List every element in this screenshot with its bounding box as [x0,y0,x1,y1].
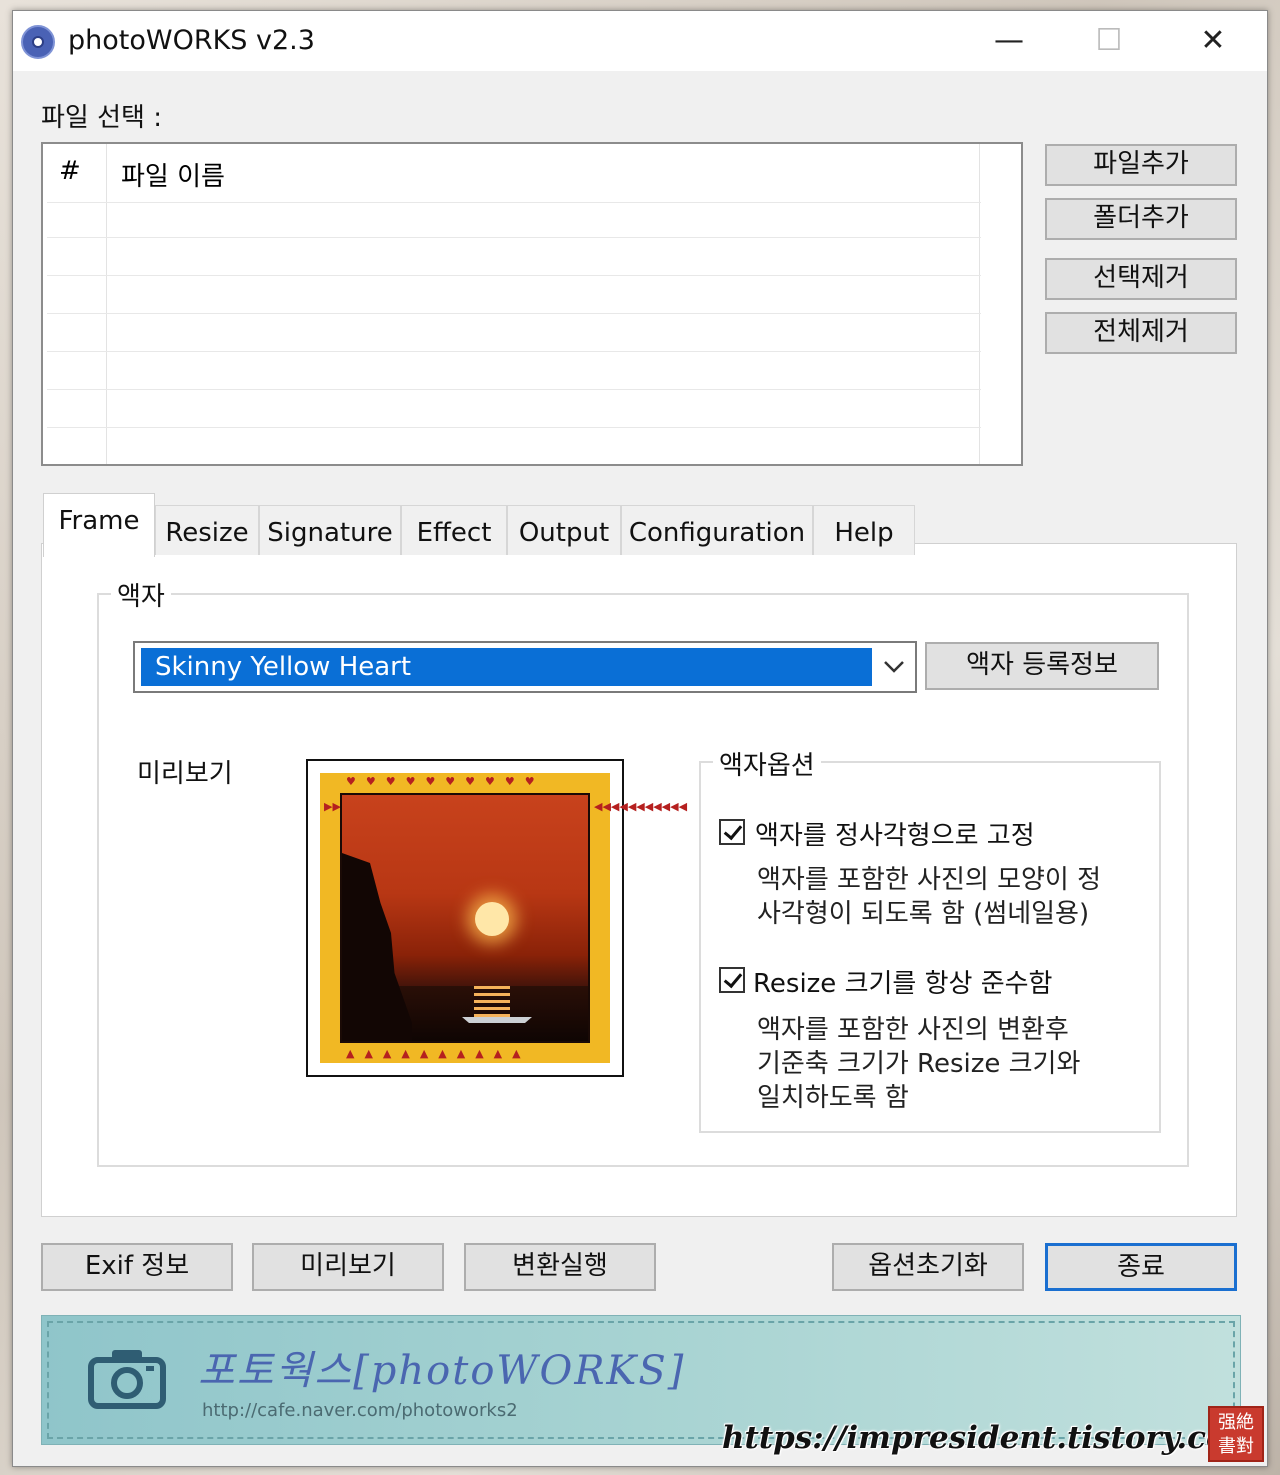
minimize-icon[interactable]: — [959,11,1059,71]
keep-resize-desc-line2: 기준축 크기가 Resize 크기와 [757,1049,1081,1079]
tab-signature[interactable]: Signature [259,505,401,555]
heart-column-left: ▶▶▶▶▶▶▶▶▶▶▶ [324,795,417,820]
list-row-line [47,389,981,390]
list-row-line [47,351,981,352]
convert-button[interactable]: 변환실행 [464,1243,656,1291]
frame-options-title: 액자옵션 [713,745,821,782]
close-icon[interactable]: ✕ [1163,11,1263,71]
file-list-header: # 파일 이름 [43,144,981,202]
square-frame-desc-line2: 사각형이 되도록 함 (썸네일용) [757,899,1090,929]
sunset-photo [340,793,590,1043]
sun [475,902,509,936]
heart-column-right: ◀◀◀◀◀◀◀◀◀◀◀ [594,795,687,820]
chevron-down-icon[interactable] [879,651,909,681]
exif-info-button[interactable]: Exif 정보 [41,1243,233,1291]
list-row-line [47,427,981,428]
file-select-label: 파일 선택 : [41,103,162,133]
column-divider [979,144,980,464]
preview-button[interactable]: 미리보기 [252,1243,444,1291]
window-title: photoWORKS v2.3 [68,25,315,56]
rock-silhouette [342,853,412,1041]
frame-select-value: Skinny Yellow Heart [141,648,872,686]
add-folder-button[interactable]: 폴더추가 [1045,198,1237,240]
maximize-icon[interactable]: ☐ [1059,11,1159,71]
preview-label: 미리보기 [137,759,233,789]
list-row-line [47,237,981,238]
sun-reflection [474,986,510,1021]
camera-icon [88,1350,166,1409]
square-frame-checkbox[interactable] [719,819,745,845]
banner-title: 포토웍스[photoWORKS] [198,1348,686,1394]
tab-resize[interactable]: Resize [155,505,259,555]
title-bar[interactable]: photoWORKS v2.3 — ☐ ✕ [13,11,1267,71]
tab-help[interactable]: Help [813,505,915,555]
tab-effect[interactable]: Effect [401,505,507,555]
tab-output[interactable]: Output [507,505,621,555]
banner-url[interactable]: http://cafe.naver.com/photoworks2 [202,1400,518,1421]
frame-select-dropdown[interactable]: Skinny Yellow Heart [133,641,917,693]
app-window: photoWORKS v2.3 — ☐ ✕ 파일 선택 : # 파일 이름 파일… [12,10,1268,1467]
app-icon [21,25,55,59]
square-frame-desc-line1: 액자를 포함한 사진의 모양이 정 [757,865,1102,895]
list-row-line [47,202,981,203]
remove-selected-button[interactable]: 선택제거 [1045,258,1237,300]
column-header-number[interactable]: # [59,156,81,186]
column-header-filename[interactable]: 파일 이름 [121,156,225,193]
reset-options-button[interactable]: 옵션초기화 [832,1243,1024,1291]
exit-button[interactable]: 종료 [1045,1243,1237,1291]
keep-resize-checkbox[interactable] [719,967,745,993]
keep-resize-desc-line3: 일치하도록 함 [757,1083,909,1113]
tab-configuration[interactable]: Configuration [621,505,813,555]
heart-row-bottom: ▲▲▲▲▲▲▲▲▲▲ [346,1047,531,1060]
heart-row-top: ♥♥♥♥♥♥♥♥♥♥ [346,775,545,788]
frame-info-button[interactable]: 액자 등록정보 [925,642,1159,690]
list-row-line [47,313,981,314]
list-row-line [47,275,981,276]
file-list[interactable]: # 파일 이름 [41,142,1023,466]
remove-all-button[interactable]: 전체제거 [1045,312,1237,354]
add-file-button[interactable]: 파일추가 [1045,144,1237,186]
tab-frame[interactable]: Frame [43,493,155,557]
square-frame-label: 액자를 정사각형으로 고정 [755,821,1035,851]
frame-preview-image: ♥♥♥♥♥♥♥♥♥♥ ▲▲▲▲▲▲▲▲▲▲ ▶▶▶▶▶▶▶▶▶▶▶ ◀◀◀◀◀◀… [306,759,687,1077]
watermark-url: https://impresident.tistory.com [722,1420,1260,1456]
keep-resize-label: Resize 크기를 항상 준수함 [753,969,1053,999]
column-divider [106,144,107,464]
keep-resize-desc-line1: 액자를 포함한 사진의 변환후 [757,1015,1069,1045]
frame-group-title: 액자 [111,576,171,613]
seal-stamp: 强絶 書對 [1208,1406,1264,1462]
